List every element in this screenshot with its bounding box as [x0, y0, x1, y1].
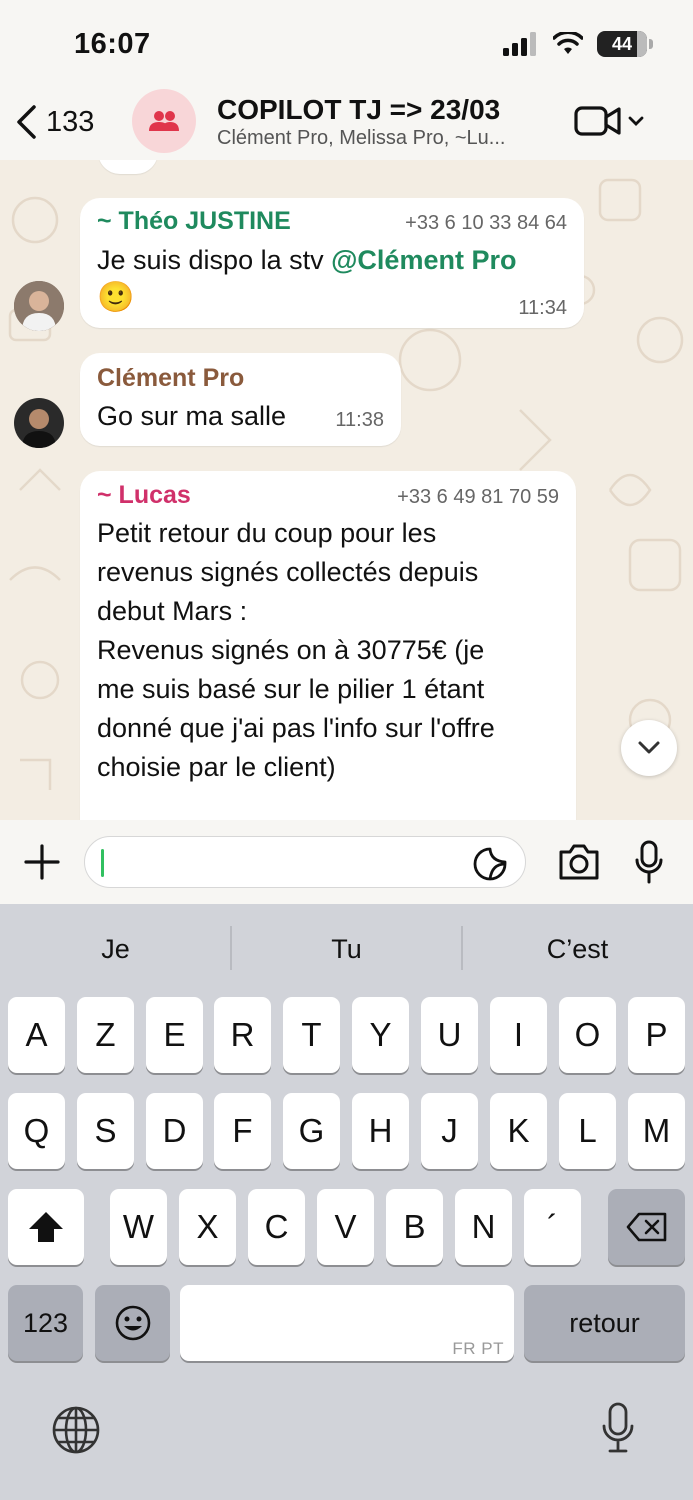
message-text-prefix: Je suis dispo la stv: [97, 245, 332, 275]
battery-level: 44: [611, 34, 633, 54]
message-line: me suis basé sur le pilier 1 étant: [97, 674, 485, 704]
chat-participants[interactable]: Clément Pro, Melissa Pro, ~Lu...: [217, 127, 505, 150]
message-text: Go sur ma salle: [97, 401, 287, 431]
key[interactable]: V: [317, 1189, 374, 1265]
video-call-button[interactable]: [574, 104, 644, 138]
sender-name[interactable]: Clément Pro: [97, 364, 244, 393]
numbers-key[interactable]: 123: [8, 1285, 83, 1361]
message-line: debut Mars :: [97, 596, 248, 626]
key[interactable]: W: [110, 1189, 167, 1265]
key[interactable]: ´: [524, 1189, 581, 1265]
avatar[interactable]: [14, 281, 64, 331]
sender-name[interactable]: ~ Lucas: [97, 481, 191, 510]
compose-bar: [0, 820, 693, 904]
key[interactable]: T: [283, 997, 340, 1073]
chevron-left-icon: [17, 105, 36, 139]
microphone-icon[interactable]: [634, 840, 664, 884]
key[interactable]: N: [455, 1189, 512, 1265]
message-line: Revenus signés on à 30775€ (je: [97, 635, 485, 665]
key[interactable]: Q: [8, 1093, 65, 1169]
status-time: 16:07: [74, 28, 151, 60]
keyboard: Je Tu C’est A Z E R T Y U I O P Q S D F …: [0, 904, 693, 1500]
group-avatar[interactable]: [132, 89, 196, 153]
message-time: 11:38: [335, 409, 384, 431]
group-icon: [149, 111, 179, 131]
key[interactable]: H: [352, 1093, 409, 1169]
mention-link[interactable]: @Clément Pro: [331, 245, 516, 275]
camera-icon[interactable]: [557, 842, 601, 882]
emoji-face-icon: [115, 1305, 150, 1341]
chat-area[interactable]: ~ Théo JUSTINE +33 6 10 33 84 64 Je suis…: [0, 160, 693, 820]
emoji-key[interactable]: [95, 1285, 170, 1361]
avatar[interactable]: [14, 398, 64, 448]
signal-icon: [503, 32, 536, 56]
key[interactable]: F: [214, 1093, 271, 1169]
return-key[interactable]: retour: [524, 1285, 685, 1361]
message-line: revenus signés collectés depuis: [97, 557, 479, 587]
suggestion-bar: Je Tu C’est: [0, 926, 693, 972]
text-caret: [101, 849, 104, 877]
sticker-icon[interactable]: [473, 847, 507, 881]
message-line: Petit retour du coup pour les: [97, 518, 437, 548]
key[interactable]: J: [421, 1093, 478, 1169]
wifi-icon: [553, 32, 583, 54]
sender-name[interactable]: ~ Théo JUSTINE: [97, 207, 291, 236]
key[interactable]: C: [248, 1189, 305, 1265]
backspace-icon: [626, 1212, 666, 1242]
suggestion[interactable]: C’est: [462, 926, 693, 972]
chevron-down-icon: [628, 116, 644, 126]
key[interactable]: M: [628, 1093, 685, 1169]
backspace-key[interactable]: [608, 1189, 685, 1265]
key[interactable]: A: [8, 997, 65, 1073]
key[interactable]: B: [386, 1189, 443, 1265]
suggestion[interactable]: Je: [0, 926, 231, 972]
key[interactable]: S: [77, 1093, 134, 1169]
top-bar: 16:07 44 133 COPILOT TJ => 23/03 Clément…: [0, 0, 693, 160]
status-icons: 44: [503, 31, 653, 57]
back-button[interactable]: 133: [14, 104, 94, 140]
key[interactable]: Y: [352, 997, 409, 1073]
scroll-down-button[interactable]: [621, 720, 677, 776]
suggestion[interactable]: Tu: [231, 926, 462, 972]
keyboard-language-hint: FR PT: [452, 1339, 504, 1358]
sender-phone: +33 6 49 81 70 59: [397, 486, 559, 508]
message-input-box[interactable]: [84, 836, 526, 888]
battery-icon: 44: [597, 31, 653, 57]
key[interactable]: G: [283, 1093, 340, 1169]
key[interactable]: E: [146, 997, 203, 1073]
video-camera-icon: [574, 106, 621, 136]
key[interactable]: I: [490, 997, 547, 1073]
shift-arrow-icon: [29, 1212, 63, 1242]
key[interactable]: P: [628, 997, 685, 1073]
message-line: choisie par le client): [97, 752, 336, 782]
plus-icon[interactable]: [24, 844, 60, 880]
globe-icon[interactable]: [50, 1404, 102, 1456]
message-bubble[interactable]: ~ Théo JUSTINE +33 6 10 33 84 64 Je suis…: [80, 198, 584, 328]
shift-key[interactable]: [8, 1189, 84, 1265]
key[interactable]: D: [146, 1093, 203, 1169]
smiley-emoji: 🙂: [97, 281, 135, 314]
key[interactable]: U: [421, 997, 478, 1073]
chevron-down-icon: [638, 741, 660, 754]
dictation-mic-icon[interactable]: [601, 1402, 635, 1454]
chat-title[interactable]: COPILOT TJ => 23/03: [217, 94, 500, 126]
key[interactable]: K: [490, 1093, 547, 1169]
space-key[interactable]: FR PT: [180, 1285, 514, 1361]
message-bubble[interactable]: Clément Pro Go sur ma salle 11:38: [80, 353, 401, 446]
key[interactable]: R: [214, 997, 271, 1073]
unread-count: 133: [46, 105, 95, 138]
sender-phone: +33 6 10 33 84 64: [405, 212, 567, 234]
key[interactable]: L: [559, 1093, 616, 1169]
message-line: donné que j'ai pas l'info sur l'offre: [97, 713, 495, 743]
message-text: Petit retour du coup pour les revenus si…: [97, 514, 567, 787]
message-time: 11:34: [518, 297, 567, 319]
message-text: Je suis dispo la stv @Clément Pro: [97, 241, 567, 280]
message-bubble[interactable]: ~ Lucas +33 6 49 81 70 59 Petit retour d…: [80, 471, 576, 820]
key[interactable]: X: [179, 1189, 236, 1265]
key[interactable]: O: [559, 997, 616, 1073]
key[interactable]: Z: [77, 997, 134, 1073]
message-input[interactable]: [107, 847, 467, 879]
